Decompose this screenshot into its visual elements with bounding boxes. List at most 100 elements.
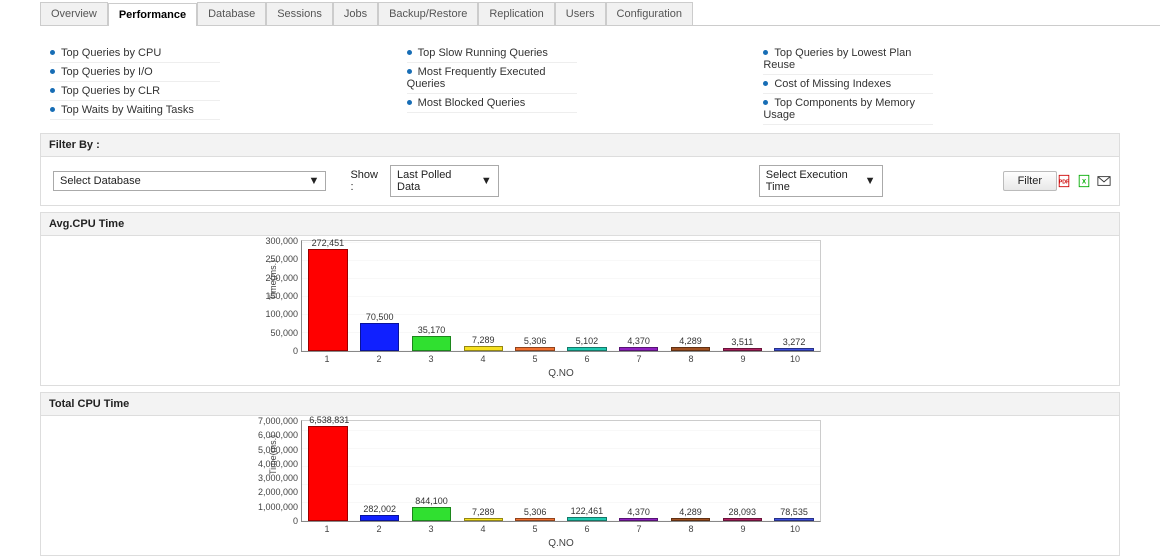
bar[interactable]: 4,370 bbox=[613, 421, 665, 521]
report-link-label: Top Queries by I/O bbox=[61, 66, 153, 78]
x-tick: 6 bbox=[561, 354, 613, 364]
bullet-icon bbox=[407, 69, 412, 74]
bar[interactable]: 122,461 bbox=[561, 421, 613, 521]
bar[interactable]: 7,289 bbox=[457, 241, 509, 351]
report-link[interactable]: Top Queries by Lowest Plan Reuse bbox=[763, 44, 933, 75]
bullet-icon bbox=[50, 50, 55, 55]
chart-title: Avg.CPU Time bbox=[40, 212, 1120, 236]
y-tick: 7,000,000 bbox=[258, 416, 298, 426]
y-tick: 300,000 bbox=[265, 236, 298, 246]
report-link-label: Cost of Missing Indexes bbox=[774, 78, 891, 90]
report-link[interactable]: Top Queries by CLR bbox=[50, 82, 220, 101]
report-link[interactable]: Top Slow Running Queries bbox=[407, 44, 577, 63]
x-tick: 7 bbox=[613, 524, 665, 534]
x-tick: 2 bbox=[353, 354, 405, 364]
bar[interactable]: 4,370 bbox=[613, 241, 665, 351]
report-link-label: Top Waits by Waiting Tasks bbox=[61, 104, 194, 116]
tab-overview[interactable]: Overview bbox=[40, 2, 108, 25]
chart-title: Total CPU Time bbox=[40, 392, 1120, 416]
bar[interactable]: 844,100 bbox=[406, 421, 458, 521]
bar[interactable]: 4,289 bbox=[665, 241, 717, 351]
bar[interactable]: 70,500 bbox=[354, 241, 406, 351]
bar-value-label: 5,102 bbox=[568, 336, 605, 348]
report-link[interactable]: Top Queries by I/O bbox=[50, 63, 220, 82]
x-axis-label: Q.NO bbox=[301, 538, 821, 549]
tab-sessions[interactable]: Sessions bbox=[266, 2, 333, 25]
bullet-icon bbox=[50, 69, 55, 74]
report-link-label: Top Queries by Lowest Plan Reuse bbox=[763, 47, 911, 71]
select-database[interactable]: Select Database ▼ bbox=[53, 171, 326, 191]
bar-value-label: 7,289 bbox=[465, 507, 502, 519]
report-link-label: Most Frequently Executed Queries bbox=[407, 66, 546, 90]
bar[interactable]: 28,093 bbox=[716, 421, 768, 521]
bullet-icon bbox=[50, 107, 55, 112]
report-link-label: Top Queries by CPU bbox=[61, 47, 161, 59]
bar-value-label: 35,170 bbox=[413, 325, 450, 337]
show-label: Show : bbox=[350, 169, 384, 193]
bar-value-label: 78,535 bbox=[775, 507, 812, 519]
report-link[interactable]: Most Frequently Executed Queries bbox=[407, 63, 577, 94]
bar[interactable]: 78,535 bbox=[768, 421, 820, 521]
tab-jobs[interactable]: Jobs bbox=[333, 2, 378, 25]
select-execution-time-value: Select Execution Time bbox=[766, 169, 857, 193]
x-tick: 10 bbox=[769, 524, 821, 534]
tab-users[interactable]: Users bbox=[555, 2, 606, 25]
x-tick: 8 bbox=[665, 524, 717, 534]
bar-value-label: 272,451 bbox=[309, 238, 346, 250]
bar-value-label: 6,538,831 bbox=[309, 415, 346, 427]
x-tick: 8 bbox=[665, 354, 717, 364]
select-execution-time[interactable]: Select Execution Time ▼ bbox=[759, 165, 883, 197]
export-icons: PDF X bbox=[1057, 174, 1111, 188]
bar-value-label: 70,500 bbox=[361, 312, 398, 324]
bar[interactable]: 272,451 bbox=[302, 241, 354, 351]
mail-icon[interactable] bbox=[1097, 174, 1111, 188]
bar[interactable]: 7,289 bbox=[457, 421, 509, 521]
bar[interactable]: 3,272 bbox=[768, 241, 820, 351]
tab-backup-restore[interactable]: Backup/Restore bbox=[378, 2, 478, 25]
bar[interactable]: 282,002 bbox=[354, 421, 406, 521]
x-tick: 5 bbox=[509, 524, 561, 534]
report-link-label: Top Queries by CLR bbox=[61, 85, 160, 97]
y-tick: 3,000,000 bbox=[258, 473, 298, 483]
bullet-icon bbox=[407, 100, 412, 105]
report-link-label: Top Components by Memory Usage bbox=[763, 97, 915, 121]
x-tick: 7 bbox=[613, 354, 665, 364]
bar[interactable]: 4,289 bbox=[665, 421, 717, 521]
tab-performance[interactable]: Performance bbox=[108, 3, 197, 26]
pdf-icon[interactable]: PDF bbox=[1057, 174, 1071, 188]
y-tick: 100,000 bbox=[265, 309, 298, 319]
bullet-icon bbox=[763, 81, 768, 86]
bar[interactable]: 5,306 bbox=[509, 241, 561, 351]
tab-configuration[interactable]: Configuration bbox=[606, 2, 693, 25]
y-tick: 200,000 bbox=[265, 273, 298, 283]
y-tick: 5,000,000 bbox=[258, 445, 298, 455]
bar[interactable]: 6,538,831 bbox=[302, 421, 354, 521]
filter-button[interactable]: Filter bbox=[1003, 171, 1057, 191]
chart: Time(ms.)050,000100,000150,000200,000250… bbox=[40, 236, 1120, 386]
tab-replication[interactable]: Replication bbox=[478, 2, 554, 25]
report-link[interactable]: Top Components by Memory Usage bbox=[763, 94, 933, 125]
bar[interactable]: 5,306 bbox=[509, 421, 561, 521]
tab-database[interactable]: Database bbox=[197, 2, 266, 25]
report-links: Top Queries by CPU Top Queries by I/O Top … bbox=[50, 44, 1120, 125]
xls-icon[interactable]: X bbox=[1077, 174, 1091, 188]
bar-value-label: 4,289 bbox=[672, 507, 709, 519]
y-tick: 150,000 bbox=[265, 291, 298, 301]
select-show[interactable]: Last Polled Data ▼ bbox=[390, 165, 499, 197]
bar[interactable]: 3,511 bbox=[716, 241, 768, 351]
report-link[interactable]: Most Blocked Queries bbox=[407, 94, 577, 113]
bar[interactable]: 5,102 bbox=[561, 241, 613, 351]
x-tick: 2 bbox=[353, 524, 405, 534]
filter-header: Filter By : bbox=[40, 133, 1120, 157]
report-link[interactable]: Top Queries by CPU bbox=[50, 44, 220, 63]
report-link[interactable]: Cost of Missing Indexes bbox=[763, 75, 933, 94]
bar-value-label: 5,306 bbox=[516, 507, 553, 519]
bar-value-label: 4,370 bbox=[620, 507, 657, 519]
y-tick: 0 bbox=[293, 346, 298, 356]
bar[interactable]: 35,170 bbox=[406, 241, 458, 351]
y-tick: 2,000,000 bbox=[258, 487, 298, 497]
report-link[interactable]: Top Waits by Waiting Tasks bbox=[50, 101, 220, 120]
bar-value-label: 844,100 bbox=[413, 496, 450, 508]
tab-bar: OverviewPerformanceDatabaseSessionsJobsB… bbox=[40, 2, 1160, 26]
y-tick: 50,000 bbox=[270, 328, 298, 338]
